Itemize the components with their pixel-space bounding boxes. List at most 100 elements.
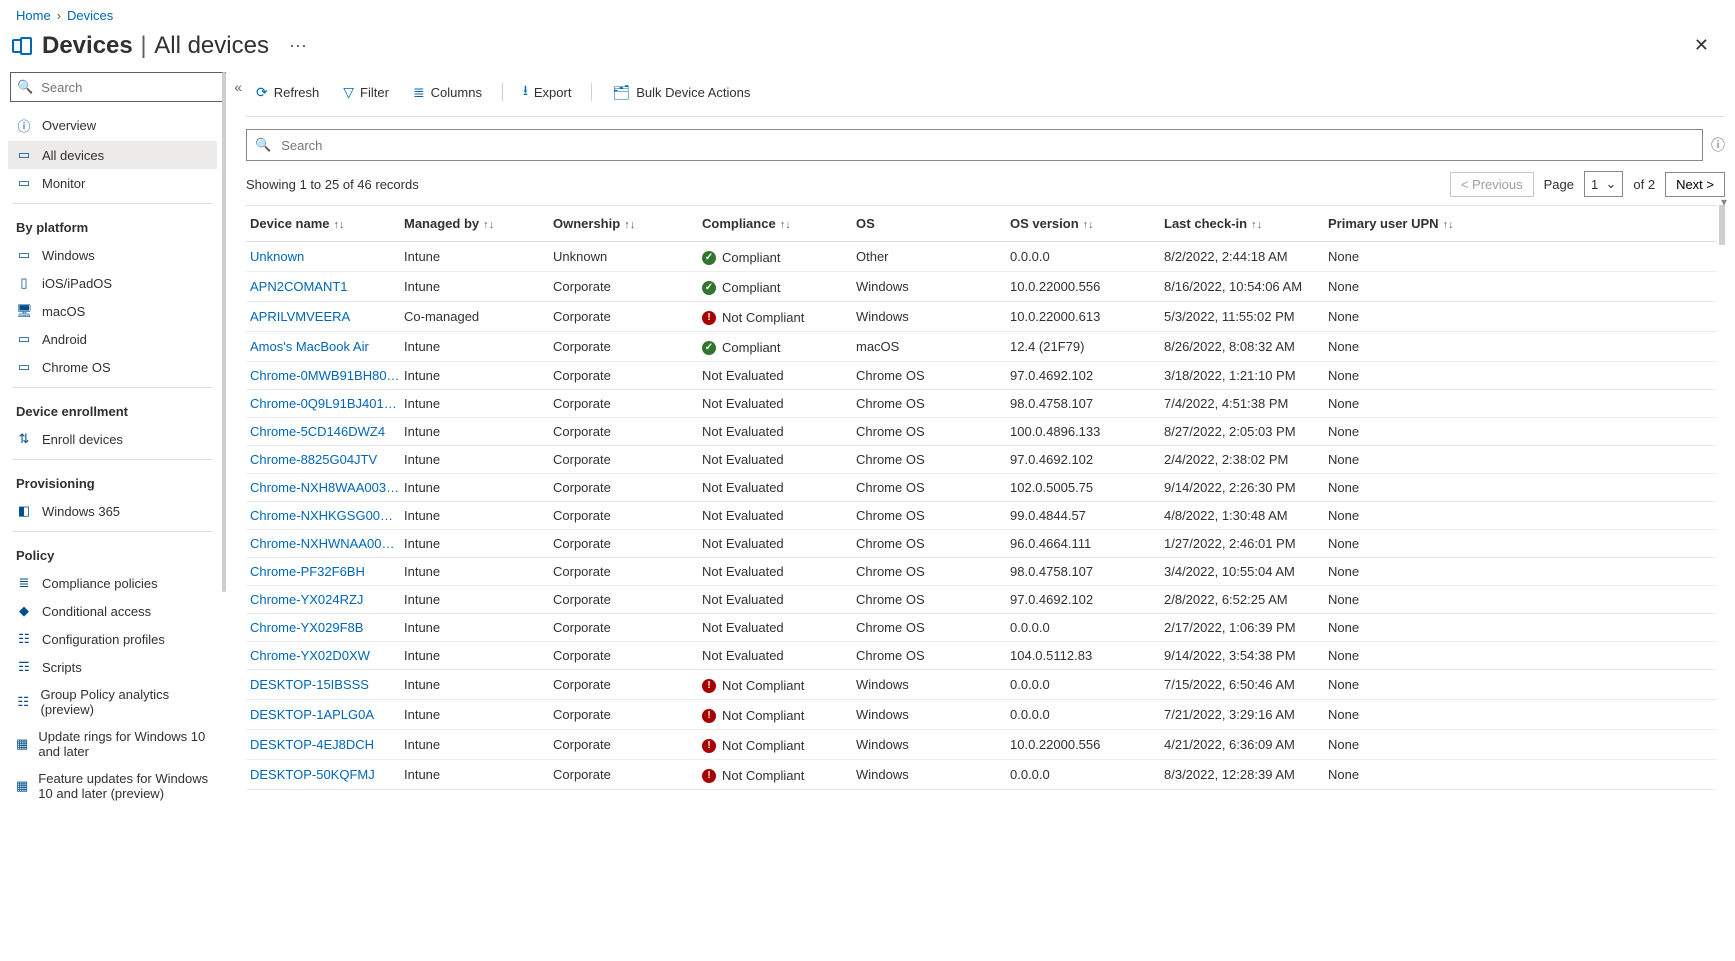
- sidebar-item-chrome-os[interactable]: ▭Chrome OS: [8, 353, 217, 381]
- sidebar-item-label: Monitor: [42, 176, 85, 191]
- cell-last-checkin: 2/8/2022, 6:52:25 AM: [1164, 592, 1324, 607]
- device-name-link[interactable]: Chrome-NXH8WAA0031…: [250, 480, 400, 495]
- col-managed-by[interactable]: Managed by↑↓: [404, 216, 549, 231]
- cell-os-version: 0.0.0.0: [1010, 620, 1160, 635]
- cell-os-version: 0.0.0.0: [1010, 767, 1160, 782]
- sidebar-search-input[interactable]: [39, 79, 219, 96]
- devices-search-input[interactable]: [279, 137, 1694, 154]
- col-os-version[interactable]: OS version↑↓: [1010, 216, 1160, 231]
- cell-managed-by: Intune: [404, 339, 549, 354]
- filter-button[interactable]: ▽ Filter: [333, 80, 399, 105]
- compliant-icon: ✓: [702, 281, 716, 295]
- sidebar-item-scripts[interactable]: ☶Scripts: [8, 653, 217, 681]
- cell-managed-by: Intune: [404, 648, 549, 663]
- sidebar-item-macos[interactable]: 🖥macOS: [8, 297, 217, 325]
- device-name-link[interactable]: Chrome-0Q9L91BJ401731: [250, 396, 400, 411]
- sidebar-item-update-rings-for-windows-10-and-later[interactable]: ▦Update rings for Windows 10 and later: [8, 723, 217, 765]
- sidebar-item-feature-updates-for-windows-10-and-later-preview-[interactable]: ▦Feature updates for Windows 10 and late…: [8, 765, 217, 807]
- sidebar-scrollbar[interactable]: [218, 72, 226, 807]
- device-name-link[interactable]: Chrome-YX02D0XW: [250, 648, 400, 663]
- breadcrumb-devices[interactable]: Devices: [67, 8, 113, 23]
- cell-ownership: Corporate: [553, 339, 698, 354]
- sidebar-item-ios-ipados[interactable]: ▯iOS/iPadOS: [8, 269, 217, 297]
- filter-icon: ▽: [343, 84, 354, 101]
- sidebar-item-overview[interactable]: ⓘOverview: [8, 110, 217, 141]
- command-bar: ⟳ Refresh ▽ Filter ≣ Columns ⭳ Export 🗂 …: [246, 72, 1725, 117]
- cell-ownership: Corporate: [553, 564, 698, 579]
- sidebar-item-windows[interactable]: ▭Windows: [8, 241, 217, 269]
- cell-primary-upn: None: [1328, 648, 1468, 663]
- cell-primary-upn: None: [1328, 279, 1468, 294]
- col-os[interactable]: OS: [856, 216, 1006, 231]
- cell-managed-by: Intune: [404, 480, 549, 495]
- device-name-link[interactable]: Chrome-5CD146DWZ4: [250, 424, 400, 439]
- previous-page-button[interactable]: < Previous: [1450, 172, 1534, 197]
- device-name-link[interactable]: APN2COMANT1: [250, 279, 400, 294]
- device-name-link[interactable]: APRILVMVEERA: [250, 309, 400, 324]
- device-name-link[interactable]: Amos's MacBook Air: [250, 339, 400, 354]
- cell-os-version: 99.0.4844.57: [1010, 508, 1160, 523]
- cell-managed-by: Intune: [404, 592, 549, 607]
- devices-icon: [12, 37, 32, 55]
- bulk-actions-button[interactable]: 🗂 Bulk Device Actions: [602, 80, 760, 105]
- device-name-link[interactable]: Chrome-8825G04JTV: [250, 452, 400, 467]
- device-name-link[interactable]: DESKTOP-15IBSSS: [250, 677, 400, 692]
- device-name-link[interactable]: Chrome-NXHWNAA0010…: [250, 536, 400, 551]
- close-button[interactable]: ✕: [1684, 29, 1719, 62]
- devices-search[interactable]: 🔍: [246, 129, 1703, 161]
- cell-compliance: Not Evaluated: [702, 592, 852, 607]
- device-name-link[interactable]: Unknown: [250, 249, 400, 264]
- table-row: APN2COMANT1IntuneCorporate✓CompliantWind…: [246, 272, 1717, 302]
- sidebar-heading: By platform: [8, 210, 217, 241]
- sidebar-item-conditional-access[interactable]: ◆Conditional access: [8, 597, 217, 625]
- grid-header-row: Device name↑↓ Managed by↑↓ Ownership↑↓ C…: [246, 206, 1717, 242]
- cell-primary-upn: None: [1328, 707, 1468, 722]
- cell-ownership: Corporate: [553, 707, 698, 722]
- sidebar-item-windows-365[interactable]: ◧Windows 365: [8, 497, 217, 525]
- export-button[interactable]: ⭳ Export: [513, 76, 581, 108]
- cell-os-version: 100.0.4896.133: [1010, 424, 1160, 439]
- device-name-link[interactable]: DESKTOP-1APLG0A: [250, 707, 400, 722]
- col-primary-upn[interactable]: Primary user UPN↑↓: [1328, 216, 1468, 231]
- cell-last-checkin: 9/14/2022, 3:54:38 PM: [1164, 648, 1324, 663]
- col-device-name[interactable]: Device name↑↓: [250, 216, 400, 231]
- table-row: Chrome-0MWB91BH801…IntuneCorporateNot Ev…: [246, 362, 1717, 390]
- device-name-link[interactable]: Chrome-YX024RZJ: [250, 592, 400, 607]
- cell-last-checkin: 5/3/2022, 11:55:02 PM: [1164, 309, 1324, 324]
- col-last-checkin[interactable]: Last check-in↑↓: [1164, 216, 1324, 231]
- col-ownership[interactable]: Ownership↑↓: [553, 216, 698, 231]
- more-actions-button[interactable]: ⋯: [289, 37, 307, 55]
- cell-compliance: !Not Compliant: [702, 706, 852, 723]
- refresh-button[interactable]: ⟳ Refresh: [246, 80, 329, 105]
- device-name-link[interactable]: DESKTOP-4EJ8DCH: [250, 737, 400, 752]
- breadcrumb-home[interactable]: Home: [16, 8, 51, 23]
- sidebar-item-configuration-profiles[interactable]: ☷Configuration profiles: [8, 625, 217, 653]
- next-page-button[interactable]: Next >: [1665, 172, 1725, 197]
- device-name-link[interactable]: Chrome-PF32F6BH: [250, 564, 400, 579]
- sidebar-item-monitor[interactable]: ▭Monitor: [8, 169, 217, 197]
- cell-compliance: Not Evaluated: [702, 648, 852, 663]
- sidebar-item-android[interactable]: ▭Android: [8, 325, 217, 353]
- sidebar-item-group-policy-analytics-preview-[interactable]: ☷Group Policy analytics (preview): [8, 681, 217, 723]
- cell-os: macOS: [856, 339, 1006, 354]
- device-name-link[interactable]: Chrome-NXHKGSG00402…: [250, 508, 400, 523]
- columns-button[interactable]: ≣ Columns: [403, 80, 492, 105]
- cell-os-version: 10.0.22000.556: [1010, 279, 1160, 294]
- device-name-link[interactable]: DESKTOP-50KQFMJ: [250, 767, 400, 782]
- device-name-link[interactable]: Chrome-YX029F8B: [250, 620, 400, 635]
- cell-compliance: Not Evaluated: [702, 452, 852, 467]
- info-icon[interactable]: ⓘ: [1711, 138, 1725, 152]
- sidebar-item-enroll-devices[interactable]: ⇅Enroll devices: [8, 425, 217, 453]
- cell-os: Windows: [856, 677, 1006, 692]
- sidebar-search[interactable]: 🔍: [10, 72, 226, 102]
- cell-compliance: ✓Compliant: [702, 278, 852, 295]
- table-row: Chrome-PF32F6BHIntuneCorporateNot Evalua…: [246, 558, 1717, 586]
- device-name-link[interactable]: Chrome-0MWB91BH801…: [250, 368, 400, 383]
- sidebar-item-all-devices[interactable]: ▭All devices: [8, 141, 217, 169]
- page-select[interactable]: 1 ⌄: [1584, 171, 1623, 197]
- sidebar-item-compliance-policies[interactable]: ≣Compliance policies: [8, 569, 217, 597]
- col-compliance[interactable]: Compliance↑↓: [702, 216, 852, 231]
- cell-os: Chrome OS: [856, 592, 1006, 607]
- cell-ownership: Corporate: [553, 677, 698, 692]
- chevron-right-icon: ›: [57, 8, 61, 23]
